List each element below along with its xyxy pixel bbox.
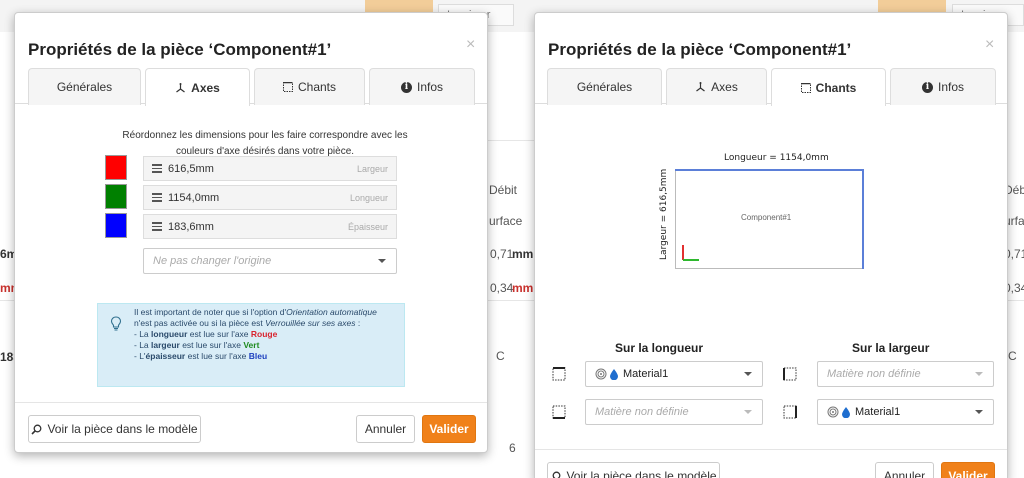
search-icon — [552, 471, 561, 478]
edge-width-right-icon — [783, 405, 797, 419]
edge-length-top-icon — [552, 367, 566, 381]
part-properties-dialog-axes: Propriétés de la pièce ‘Component#1’ × G… — [14, 12, 488, 453]
length-column-heading: Sur la longueur — [615, 341, 704, 355]
dialog-title: Propriétés de la pièce ‘Component#1’ — [28, 40, 332, 59]
background-frag-mm: mm — [512, 247, 534, 261]
edges-icon — [800, 82, 811, 93]
axes-icon — [176, 82, 186, 92]
background-col-surface: urface — [489, 214, 523, 228]
axes-icon — [696, 82, 706, 92]
piece-name-label: Component#1 — [741, 213, 792, 222]
validate-button[interactable]: Valider — [941, 462, 995, 478]
drag-handle-icon[interactable] — [144, 193, 168, 202]
drag-handle-icon[interactable] — [144, 164, 168, 173]
fingerprint-icon — [827, 406, 839, 418]
background-frag-c: C — [496, 349, 505, 363]
dialog-footer: Voir la pièce dans le modèle Annuler Val… — [15, 402, 487, 452]
tab-general[interactable]: Générales — [28, 68, 141, 105]
validate-button[interactable]: Valider — [422, 415, 476, 443]
axis-color-green — [105, 184, 127, 209]
edge-width-right-select[interactable]: Material1 — [817, 399, 994, 425]
caret-down-icon — [744, 372, 752, 376]
axis-color-blue — [105, 213, 127, 238]
caret-down-icon — [744, 410, 752, 414]
background-frag-c-2: C — [1008, 349, 1017, 363]
cancel-button[interactable]: Annuler — [875, 462, 934, 478]
tab-axes[interactable]: Axes — [145, 68, 250, 106]
edge-length-top-select[interactable]: Material1 — [585, 361, 763, 387]
cancel-button[interactable]: Annuler — [356, 415, 415, 443]
edge-width-left-select[interactable]: Matière non définie — [817, 361, 994, 387]
tab-infos[interactable]: i Infos — [369, 68, 475, 105]
close-icon[interactable]: × — [466, 36, 475, 54]
part-properties-dialog-edges: Propriétés de la pièce ‘Component#1’ × G… — [534, 12, 1008, 478]
edge-highlight-right — [862, 169, 864, 269]
drop-icon — [842, 406, 850, 418]
dimension-row-length[interactable]: 1154,0mm Longueur — [143, 185, 397, 210]
search-icon — [31, 424, 42, 435]
drag-handle-icon[interactable] — [144, 222, 168, 231]
dimension-row-thickness[interactable]: 183,6mm Épaisseur — [143, 214, 397, 239]
edge-width-left-icon — [783, 367, 797, 381]
width-column-heading: Sur la largeur — [852, 341, 930, 355]
origin-select[interactable]: Ne pas changer l'origine — [143, 248, 397, 274]
tab-bar: Générales Axes Chants i Infos — [535, 68, 1007, 106]
axis-indicator-icon — [682, 245, 699, 261]
dimension-row-width[interactable]: 616,5mm Largeur — [143, 156, 397, 181]
background-value-2: 0,34 — [490, 281, 514, 295]
info-icon: i — [400, 81, 412, 93]
tab-general[interactable]: Générales — [547, 68, 662, 105]
fingerprint-icon — [595, 368, 607, 380]
caret-down-icon — [378, 259, 386, 263]
tab-infos[interactable]: i Infos — [890, 68, 996, 105]
edges-icon — [282, 82, 293, 92]
view-in-model-button[interactable]: Voir la pièce dans le modèle — [28, 415, 201, 443]
caret-down-icon — [975, 372, 983, 376]
drop-icon — [610, 368, 618, 380]
tab-axes[interactable]: Axes — [666, 68, 767, 105]
close-icon[interactable]: × — [985, 36, 994, 54]
edge-length-bottom-select[interactable]: Matière non définie — [585, 399, 763, 425]
info-icon: i — [921, 81, 933, 93]
background-value-1: 0,71 — [490, 247, 514, 261]
axes-info-box: Il est important de noter que si l'optio… — [97, 303, 405, 387]
lightbulb-icon — [110, 316, 122, 331]
background-col-debit: Débit — [489, 183, 518, 197]
tab-edges[interactable]: Chants — [771, 68, 886, 106]
dialog-title: Propriétés de la pièce ‘Component#1’ — [548, 40, 852, 59]
width-dimension-label: Largeur = 616,5mm — [659, 168, 669, 260]
edge-highlight-top — [675, 169, 864, 171]
view-in-model-button[interactable]: Voir la pièce dans le modèle — [547, 462, 720, 478]
caret-down-icon — [975, 410, 983, 414]
dialog-footer: Voir la pièce dans le modèle Annuler Val… — [535, 449, 1007, 478]
background-frag-mm-red: mm — [512, 281, 534, 295]
edge-length-bottom-icon — [552, 405, 566, 419]
background-frag-6: 6 — [509, 441, 516, 455]
tab-bar: Générales Axes Chants i Infos — [15, 68, 487, 106]
axis-color-red — [105, 155, 127, 180]
length-dimension-label: Longueur = 1154,0mm — [724, 153, 829, 163]
tab-edges[interactable]: Chants — [254, 68, 365, 105]
